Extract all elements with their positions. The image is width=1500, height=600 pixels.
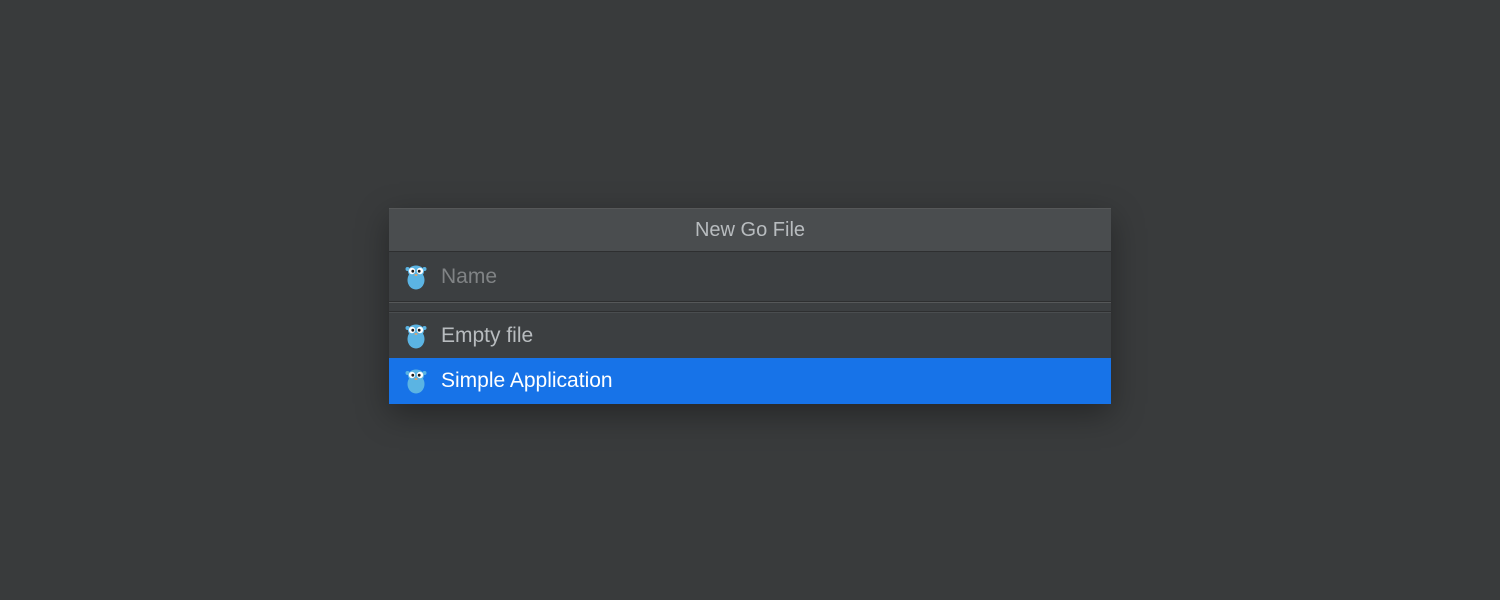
option-label: Simple Application bbox=[441, 369, 613, 393]
option-simple-application[interactable]: Simple Application bbox=[389, 358, 1111, 404]
new-go-file-dialog: New Go File Empty file Simple Applicatio… bbox=[389, 208, 1111, 404]
gopher-icon bbox=[405, 323, 427, 349]
divider bbox=[389, 302, 1111, 312]
dialog-header: New Go File bbox=[389, 208, 1111, 252]
name-input-row[interactable] bbox=[389, 252, 1111, 302]
file-name-input[interactable] bbox=[441, 265, 1095, 289]
gopher-icon bbox=[405, 264, 427, 290]
dialog-title: New Go File bbox=[695, 219, 805, 242]
option-label: Empty file bbox=[441, 324, 533, 348]
gopher-icon bbox=[405, 368, 427, 394]
option-empty-file[interactable]: Empty file bbox=[389, 312, 1111, 358]
